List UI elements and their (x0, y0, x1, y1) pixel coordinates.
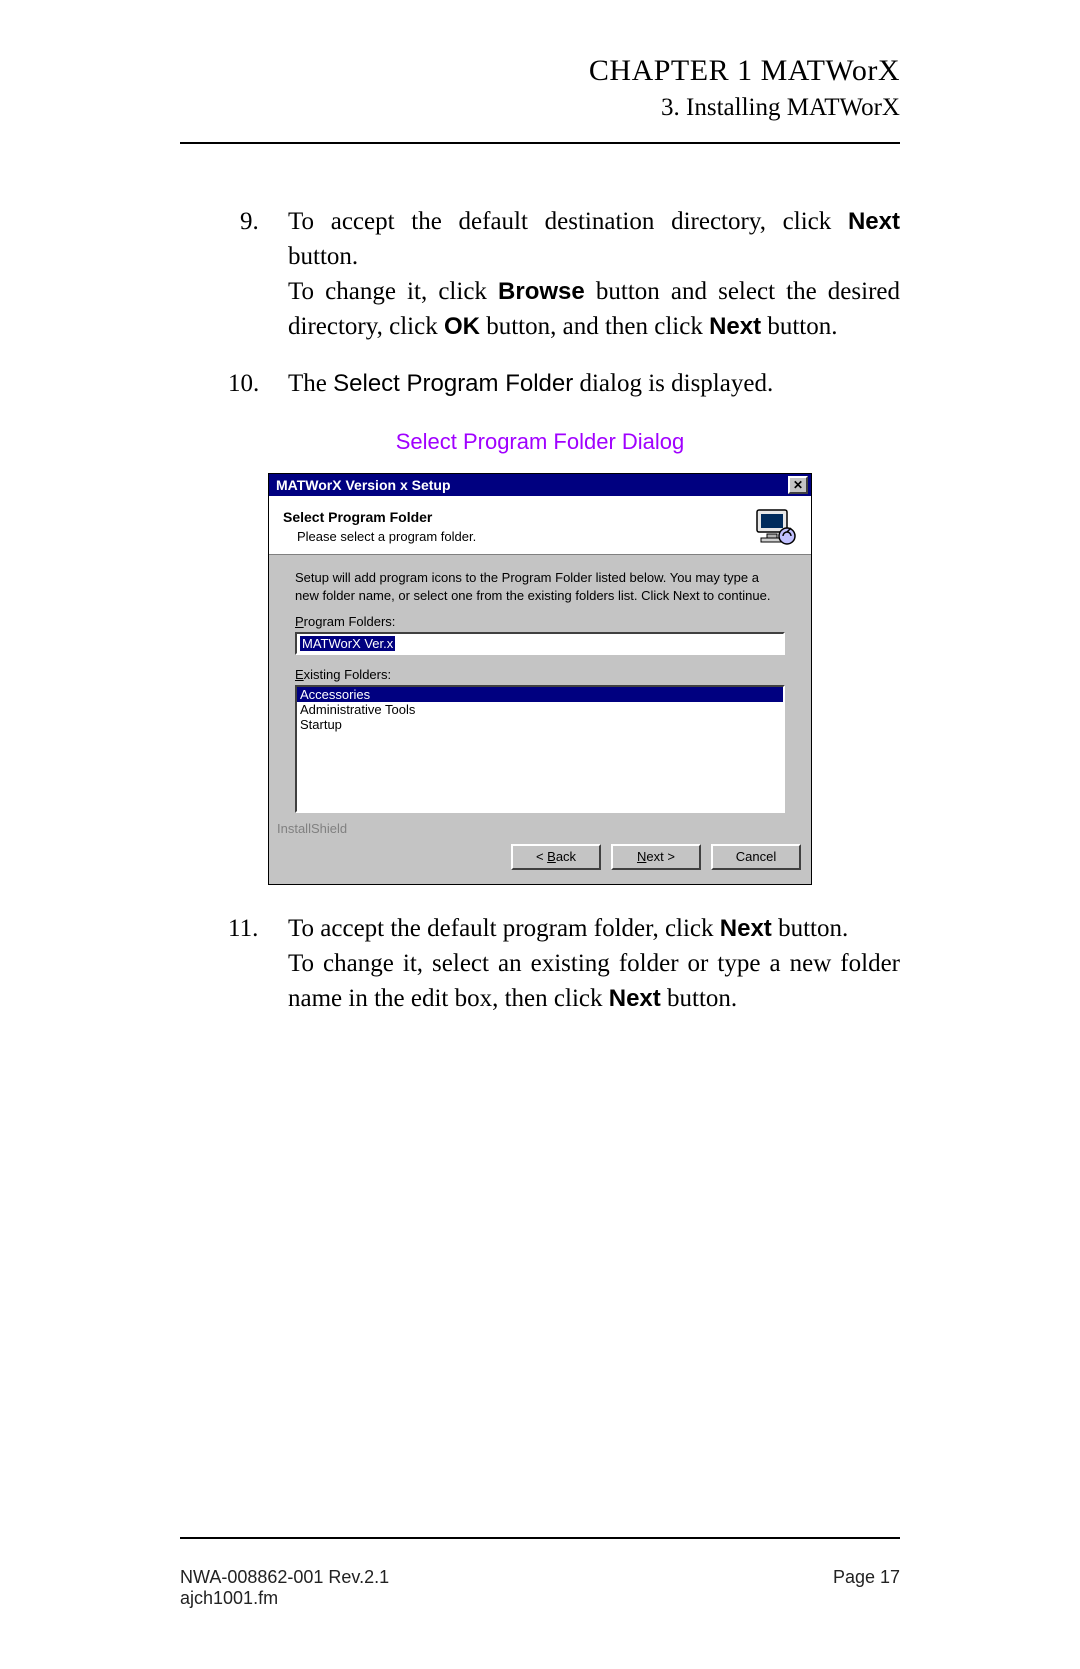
browse-bold: Browse (498, 278, 585, 305)
underline-p: P (295, 614, 304, 629)
text: button. (772, 915, 848, 942)
page-footer: NWA-008862-001 Rev.2.1 Page 17 ajch1001.… (180, 1567, 900, 1609)
header-rule (180, 142, 900, 144)
text: ext > (646, 849, 675, 864)
dialog-description: Setup will add program icons to the Prog… (295, 569, 785, 604)
underline-n: N (637, 849, 646, 864)
next-bold: Next (609, 985, 661, 1012)
existing-folders-list[interactable]: Accessories Administrative Tools Startup (295, 685, 785, 813)
computer-icon (753, 506, 797, 546)
footer-rule-wrap (180, 1537, 900, 1539)
program-folder-value: MATWorX Ver.x (300, 636, 395, 651)
doc-number: NWA-008862-001 Rev.2.1 (180, 1567, 389, 1588)
dialog-header-text: Select Program Folder Please select a pr… (283, 509, 476, 544)
text: button. (761, 313, 837, 340)
text: ack (556, 849, 576, 864)
text: dialog is displayed. (573, 370, 773, 397)
dialog-buttons: < Back Next > Cancel (269, 838, 811, 884)
step-9: To accept the default destination direct… (180, 204, 900, 344)
dialog-header: Select Program Folder Please select a pr… (269, 496, 811, 555)
list-item[interactable]: Administrative Tools (297, 702, 783, 717)
footer-rule (180, 1537, 900, 1539)
ok-bold: OK (444, 313, 480, 340)
page-number: Page 17 (833, 1567, 900, 1588)
text: rogram Folders: (304, 614, 396, 629)
text: button. (661, 985, 737, 1012)
text: To accept the default program folder, cl… (288, 915, 720, 942)
program-folder-input[interactable]: MATWorX Ver.x (295, 632, 785, 655)
figure-caption: Select Program Folder Dialog (180, 429, 900, 455)
program-folders-label: Program Folders: (295, 614, 785, 629)
file-name: ajch1001.fm (180, 1588, 900, 1609)
text: To accept the default destination direct… (288, 208, 848, 235)
step-list: To accept the default destination direct… (180, 204, 900, 401)
dialog-figure: MATWorX Version x Setup ✕ Select Program… (180, 473, 900, 885)
chapter-title: CHAPTER 1 MATWorX (180, 54, 900, 88)
step-list-cont: To accept the default program folder, cl… (180, 911, 900, 1016)
text: The (288, 370, 333, 397)
next-bold: Next (720, 915, 772, 942)
step-10: The Select Program Folder dialog is disp… (180, 366, 900, 401)
cancel-button[interactable]: Cancel (711, 844, 801, 870)
underline-e: E (295, 667, 304, 682)
dialog-titlebar: MATWorX Version x Setup ✕ (269, 474, 811, 496)
dialog-title: MATWorX Version x Setup (276, 477, 451, 493)
existing-folders-label: Existing Folders: (295, 667, 785, 682)
next-button[interactable]: Next > (611, 844, 701, 870)
back-button[interactable]: < Back (511, 844, 601, 870)
text: To change it, click (288, 278, 498, 305)
text: < (536, 849, 547, 864)
list-item[interactable]: Startup (297, 717, 783, 732)
page-body: To accept the default destination direct… (180, 204, 900, 1016)
text: xisting Folders: (304, 667, 391, 682)
dialog-header-sub: Please select a program folder. (297, 529, 476, 544)
dialog-name-sans: Select Program Folder (333, 370, 573, 397)
dialog-header-title: Select Program Folder (283, 509, 476, 525)
next-bold: Next (709, 313, 761, 340)
text: To change it, select an existing folder … (288, 950, 900, 1012)
dialog-body: Setup will add program icons to the Prog… (269, 555, 811, 819)
step-11: To accept the default program folder, cl… (180, 911, 900, 1016)
dialog: MATWorX Version x Setup ✕ Select Program… (268, 473, 812, 885)
close-icon[interactable]: ✕ (788, 476, 808, 494)
underline-b: B (547, 849, 556, 864)
installshield-label: InstallShield (269, 819, 811, 838)
page-header: CHAPTER 1 MATWorX 3. Installing MATWorX (180, 54, 900, 122)
list-item[interactable]: Accessories (297, 687, 783, 702)
section-title: 3. Installing MATWorX (180, 94, 900, 122)
text: button, and then click (480, 313, 709, 340)
next-bold: Next (848, 208, 900, 235)
text: button. (288, 243, 358, 270)
